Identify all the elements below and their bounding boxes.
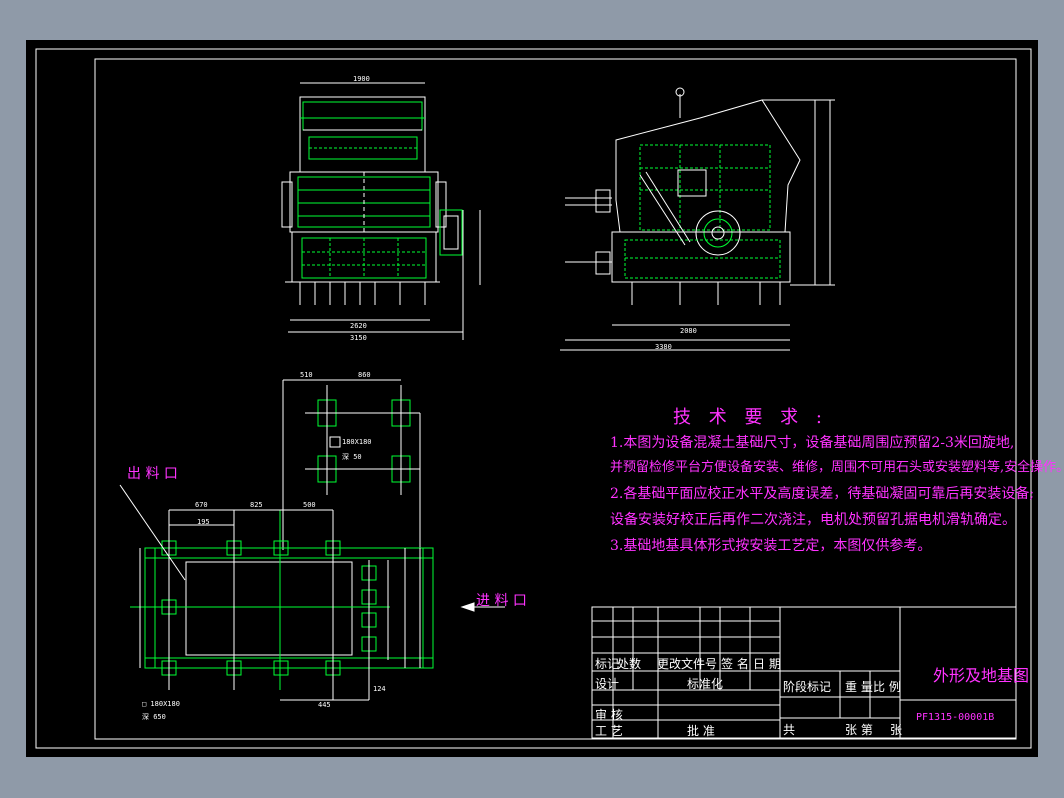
tb-scale: 比 例 <box>873 680 901 694</box>
tb-design: 设计 <box>595 677 620 691</box>
tb-mark: 标记 <box>595 657 620 671</box>
tb-weight: 重 量 <box>845 680 873 694</box>
dim-fd-w1: 670 <box>195 501 208 509</box>
tb-approve: 批 准 <box>687 724 715 738</box>
dim-fd-w3: 500 <box>303 501 316 509</box>
drawing-name: 外形及地基图 <box>933 666 1030 685</box>
dim-fd-note2: 深 50 <box>342 453 362 461</box>
tb-total: 共 <box>783 723 796 737</box>
dim-fd-bottom2: 124 <box>373 685 386 693</box>
dim-fd-bolt2: 深 650 <box>142 713 166 721</box>
dim-front-b1: 2620 <box>350 322 367 330</box>
tb-process: 工 艺 <box>595 724 623 738</box>
tech-requirements-title: 技 术 要 求 : <box>673 407 828 428</box>
dim-fd-bottom: 445 <box>318 701 331 709</box>
tb-sheet: 张 <box>890 723 903 737</box>
sheet-background <box>26 40 1038 757</box>
dim-side-b2: 2080 <box>680 327 697 335</box>
tb-stage-mark: 阶段标记 <box>783 680 832 694</box>
drawing-canvas <box>26 40 1038 757</box>
tb-change-doc: 更改文件号 <box>657 657 718 671</box>
tb-count: 处数 <box>617 657 642 671</box>
dim-fd-top1: 510 <box>300 371 313 379</box>
dim-fd-small: 195 <box>197 518 210 526</box>
tech-req-line-2: 并预留检修平台方便设备安装、维修，周围不可用石头或安装塑料等,安全操作。 <box>610 460 1064 475</box>
dim-front-b2: 3150 <box>350 334 367 342</box>
tech-req-line-3: 2.各基础平面应校正水平及高度误差，待基础凝固可靠后再安装设备; <box>610 486 1035 502</box>
tb-standardization: 标准化 <box>687 677 724 691</box>
outlet-label: 出 料 口 <box>127 466 178 482</box>
dim-fd-bolt: □ 180X180 <box>142 700 180 708</box>
tb-review: 审 核 <box>595 708 623 722</box>
tech-req-line-1: 1.本图为设备混凝土基础尺寸，设备基础周围应预留2-3米回旋地, <box>610 435 1015 451</box>
dim-fd-w2: 825 <box>250 501 263 509</box>
tb-sign: 签 名 <box>721 657 749 671</box>
tech-req-line-4: 设备安装好校正后再作二次浇注，电机处预留孔据电机滑轨确定。 <box>610 512 1016 528</box>
tb-sheets: 张 第 <box>845 723 873 737</box>
inlet-label: 进 料 口 <box>476 593 527 609</box>
dim-fd-top2: 860 <box>358 371 371 379</box>
dim-fd-note: 180X180 <box>342 438 372 446</box>
dim-side-b3: 3380 <box>655 343 672 351</box>
tech-req-line-5: 3.基础地基具体形式按安装工艺定，本图仅供参考。 <box>610 538 932 554</box>
dim-front-top: 1900 <box>353 75 370 83</box>
drawing-code: PF1315-00001B <box>916 712 995 723</box>
tb-date: 日 期 <box>753 657 781 671</box>
